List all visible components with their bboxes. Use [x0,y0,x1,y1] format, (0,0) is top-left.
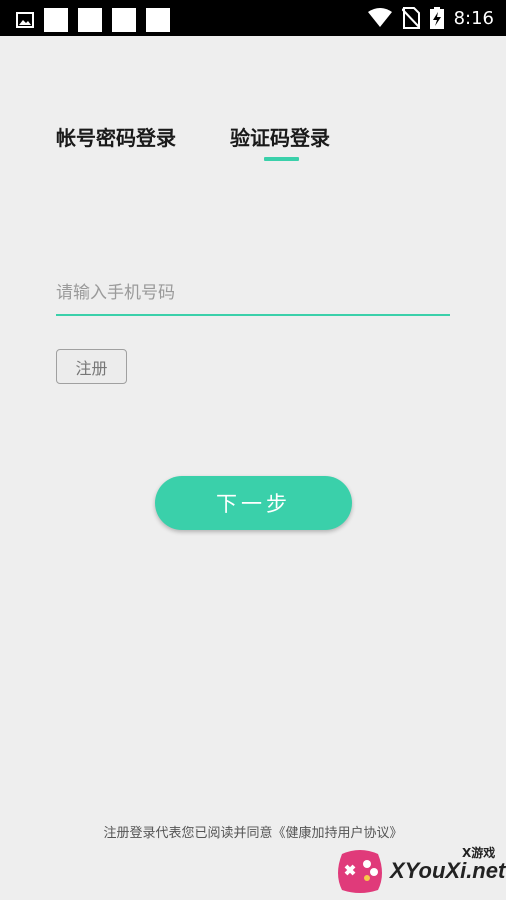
watermark-logo: X游戏 XYouXi.net [334,838,506,900]
image-icon [16,12,34,28]
battery-charging-icon [429,7,444,29]
phone-number-input[interactable] [56,272,450,316]
notification-square [44,8,68,32]
no-sim-icon [401,7,420,29]
status-bar: 8:16 [0,0,506,36]
notification-square [78,8,102,32]
register-button[interactable]: 注册 [56,349,127,384]
gamepad-logo-icon [338,850,382,893]
clock-time: 8:16 [453,7,494,29]
wifi-icon [367,8,392,27]
notification-square [112,8,136,32]
watermark-text: XYouXi.net [390,858,506,883]
active-tab-indicator [264,157,299,161]
notification-square [146,8,170,32]
tab-verification-code-login[interactable]: 验证码登录 [230,122,330,151]
status-bar-left [16,8,170,32]
status-bar-right: 8:16 [367,6,494,30]
next-step-button[interactable]: 下一步 [155,476,352,530]
tab-account-password-login[interactable]: 帐号密码登录 [56,122,176,151]
